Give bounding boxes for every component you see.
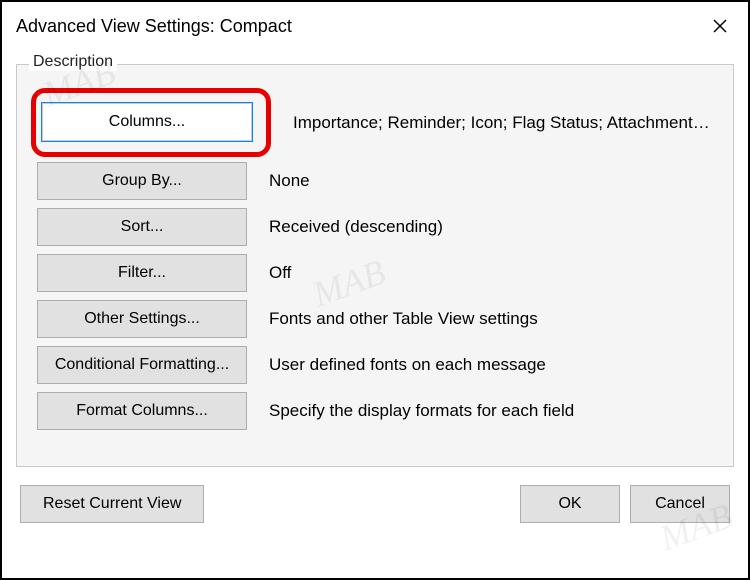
sort-button[interactable]: Sort... — [37, 208, 247, 246]
conditional-formatting-summary: User defined fonts on each message — [269, 355, 713, 375]
sort-summary: Received (descending) — [269, 217, 713, 237]
titlebar: Advanced View Settings: Compact — [2, 2, 748, 50]
row-conditional-formatting: Conditional Formatting... User defined f… — [37, 346, 713, 384]
other-settings-button[interactable]: Other Settings... — [37, 300, 247, 338]
row-columns: Columns... Importance; Reminder; Icon; F… — [37, 91, 713, 154]
description-groupbox: Description Columns... Importance; Remin… — [16, 64, 734, 467]
columns-button[interactable]: Columns... — [42, 103, 252, 141]
highlight-annotation: Columns... — [31, 88, 271, 157]
cancel-button[interactable]: Cancel — [630, 485, 730, 523]
dialog-window: Advanced View Settings: Compact Descript… — [0, 0, 750, 580]
row-groupby: Group By... None — [37, 162, 713, 200]
groupby-button[interactable]: Group By... — [37, 162, 247, 200]
dialog-title: Advanced View Settings: Compact — [16, 16, 292, 37]
close-button[interactable] — [706, 12, 734, 40]
groupbox-label: Description — [29, 53, 117, 71]
row-sort: Sort... Received (descending) — [37, 208, 713, 246]
row-filter: Filter... Off — [37, 254, 713, 292]
filter-button[interactable]: Filter... — [37, 254, 247, 292]
columns-summary: Importance; Reminder; Icon; Flag Status;… — [293, 113, 713, 133]
other-settings-summary: Fonts and other Table View settings — [269, 309, 713, 329]
format-columns-summary: Specify the display formats for each fie… — [269, 401, 713, 421]
reset-current-view-button[interactable]: Reset Current View — [20, 485, 204, 523]
groupby-summary: None — [269, 171, 713, 191]
conditional-formatting-button[interactable]: Conditional Formatting... — [37, 346, 247, 384]
close-icon — [712, 18, 728, 34]
right-actions: OK Cancel — [520, 485, 730, 523]
format-columns-button[interactable]: Format Columns... — [37, 392, 247, 430]
dialog-content: Description Columns... Importance; Remin… — [2, 50, 748, 578]
row-other-settings: Other Settings... Fonts and other Table … — [37, 300, 713, 338]
dialog-bottom-bar: Reset Current View OK Cancel — [16, 485, 734, 523]
ok-button[interactable]: OK — [520, 485, 620, 523]
row-format-columns: Format Columns... Specify the display fo… — [37, 392, 713, 430]
filter-summary: Off — [269, 263, 713, 283]
